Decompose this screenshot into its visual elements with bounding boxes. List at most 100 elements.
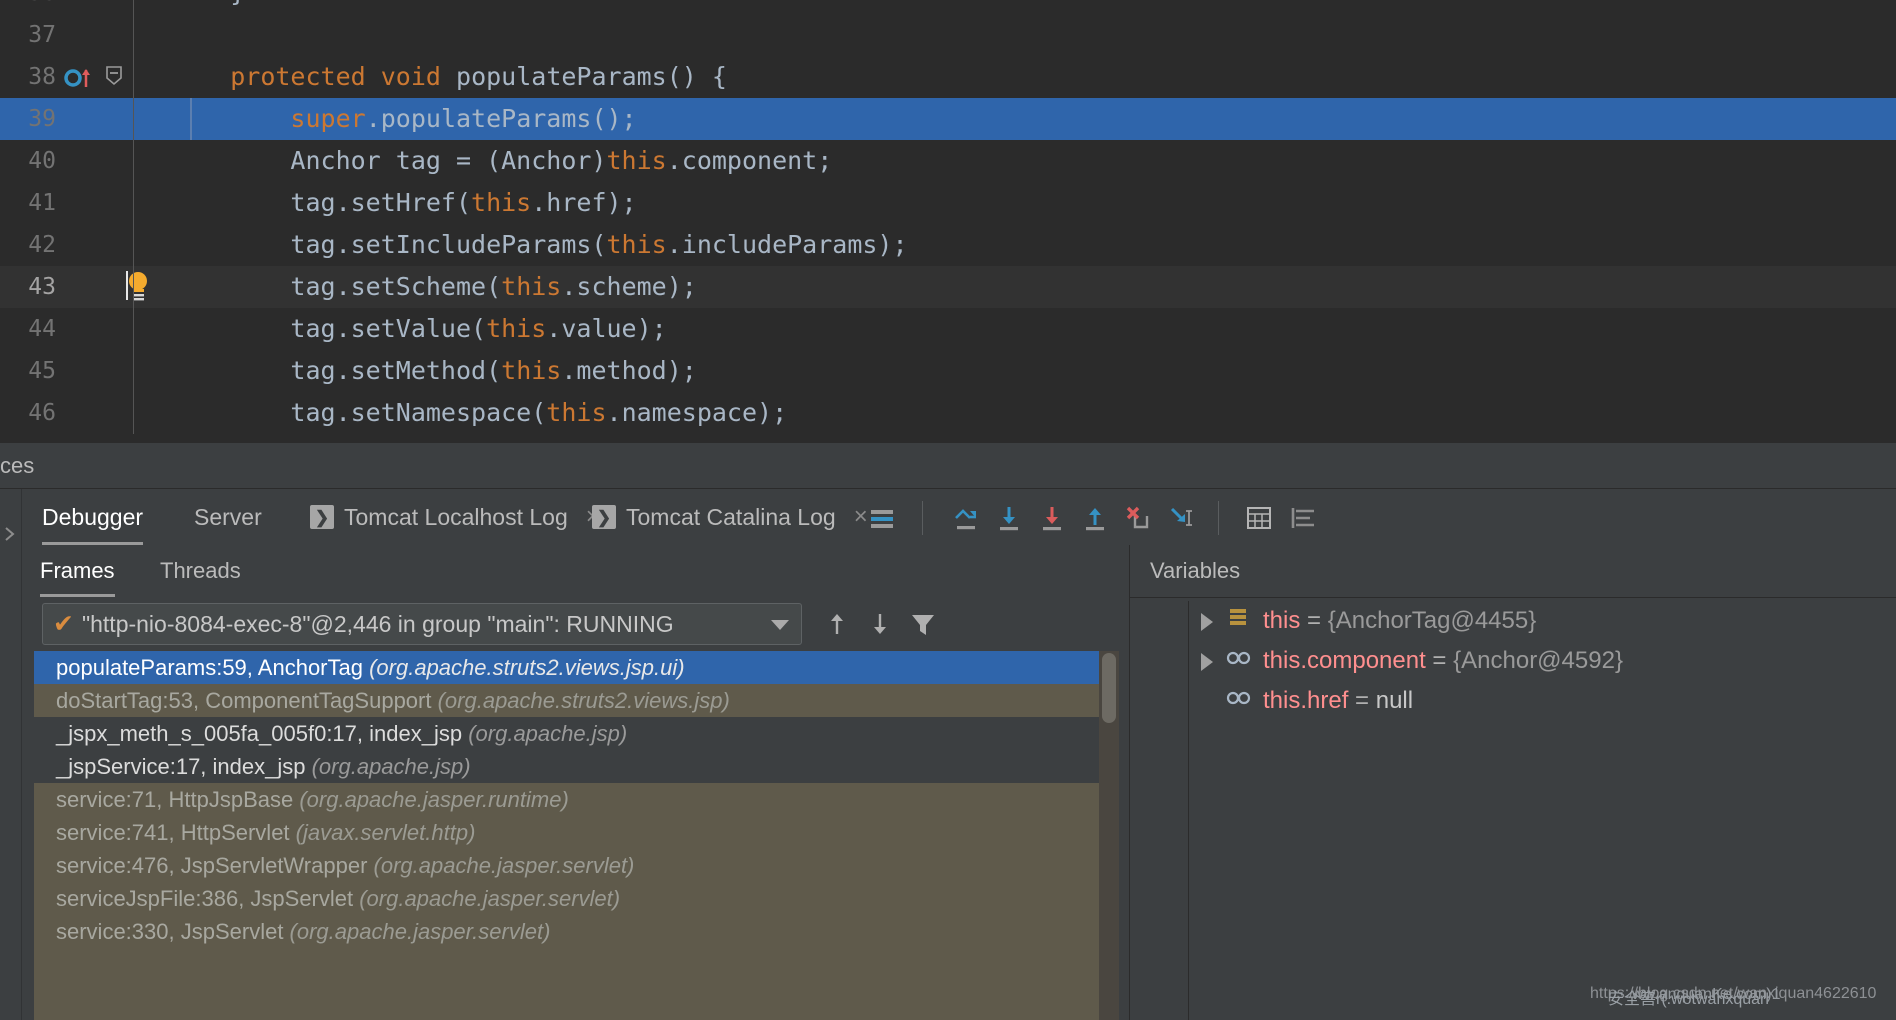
- thread-dropdown[interactable]: ✔ "http-nio-8084-exec-8"@2,446 in group …: [42, 603, 802, 645]
- fold-rail: [133, 140, 134, 182]
- gutter-zone[interactable]: [62, 266, 132, 308]
- frames-scrollbar[interactable]: [1099, 651, 1119, 1020]
- gutter-zone[interactable]: [62, 0, 132, 14]
- frame-up-button[interactable]: [822, 609, 852, 639]
- layout-settings-icon[interactable]: [1290, 503, 1320, 533]
- frame-package: (org.apache.jsp): [468, 721, 627, 746]
- toolbar-separator: [1218, 501, 1219, 535]
- frames-tab-label: Frames: [40, 558, 115, 583]
- watermark: https://blog.csdn.net/wanxiquan4622610 安…: [1590, 985, 1890, 1015]
- frame-method: service:71, HttpJspBase: [56, 787, 299, 812]
- code-editor[interactable]: 36 }3738 protected void populateParams()…: [0, 0, 1896, 443]
- close-icon[interactable]: ×: [854, 505, 868, 529]
- frame-item[interactable]: populateParams:59, AnchorTag (org.apache…: [34, 651, 1119, 684]
- frame-down-button[interactable]: [865, 609, 895, 639]
- variable-row[interactable]: this.component = {Anchor@4592}: [1189, 641, 1896, 681]
- gutter-zone[interactable]: [62, 140, 132, 182]
- toolbar-separator: [922, 501, 923, 535]
- variable-value: {Anchor@4592}: [1453, 647, 1623, 674]
- fold-rail: [133, 56, 134, 98]
- frame-method: service:330, JspServlet: [56, 919, 290, 944]
- variables-list[interactable]: this = {AnchorTag@4455}this.component = …: [1188, 601, 1896, 1020]
- code-line[interactable]: 36 }: [0, 0, 1896, 14]
- fold-rail: [133, 308, 134, 350]
- evaluate-expression-icon[interactable]: [1244, 503, 1274, 533]
- gutter-zone[interactable]: [62, 14, 132, 56]
- gutter-zone[interactable]: [62, 392, 132, 434]
- code-line[interactable]: 43 tag.setScheme(this.scheme);: [0, 266, 1896, 308]
- step-into-icon[interactable]: [994, 503, 1024, 533]
- fold-rail: [133, 0, 134, 14]
- frame-item[interactable]: service:476, JspServletWrapper (org.apac…: [34, 849, 1119, 882]
- frame-item[interactable]: _jspx_meth_s_005fa_005f0:17, index_jsp (…: [34, 717, 1119, 750]
- code-line[interactable]: 37: [0, 14, 1896, 56]
- gutter-zone[interactable]: [62, 350, 132, 392]
- frames-tab-frames[interactable]: Frames: [40, 545, 115, 597]
- expand-caret-icon[interactable]: [1201, 613, 1213, 631]
- debug-tab-server[interactable]: Server: [194, 489, 262, 545]
- expand-chevron-icon[interactable]: [2, 524, 18, 544]
- code-line[interactable]: 45 tag.setMethod(this.method);: [0, 350, 1896, 392]
- frame-item[interactable]: _jspService:17, index_jsp (org.apache.js…: [34, 750, 1119, 783]
- code-line[interactable]: 40 Anchor tag = (Anchor)this.component;: [0, 140, 1896, 182]
- debug-tab-label: Tomcat Catalina Log: [626, 504, 836, 531]
- code-line[interactable]: 41 tag.setHref(this.href);: [0, 182, 1896, 224]
- frame-item[interactable]: service:330, JspServlet (org.apache.jasp…: [34, 915, 1119, 948]
- debug-tab-label: Server: [194, 504, 262, 531]
- step-out-icon[interactable]: [1080, 503, 1110, 533]
- code-text: tag.setNamespace(this.namespace);: [170, 392, 787, 434]
- frames-tab-threads[interactable]: Threads: [160, 545, 241, 597]
- code-text: }: [170, 0, 245, 14]
- override-icon[interactable]: [62, 66, 98, 90]
- frames-list[interactable]: populateParams:59, AnchorTag (org.apache…: [34, 651, 1119, 1020]
- force-step-into-icon[interactable]: [1037, 503, 1067, 533]
- frame-item[interactable]: service:71, HttpJspBase (org.apache.jasp…: [34, 783, 1119, 816]
- variable-equals: =: [1348, 687, 1375, 714]
- frames-pane: Frames Threads ✔ "http-nio-8084-exec-8"@2…: [22, 545, 1130, 1020]
- caret-placeholder: [1201, 693, 1213, 711]
- debug-tab-tomcat-catalina-log[interactable]: ❯ Tomcat Catalina Log ×: [592, 489, 868, 545]
- gutter-zone[interactable]: [62, 182, 132, 224]
- gutter-zone[interactable]: [62, 56, 132, 98]
- frame-package: (org.apache.jasper.runtime): [299, 787, 568, 812]
- gutter-zone[interactable]: [62, 224, 132, 266]
- frame-item[interactable]: doStartTag:53, ComponentTagSupport (org.…: [34, 684, 1119, 717]
- run-to-cursor-icon[interactable]: [1167, 503, 1197, 533]
- frames-tab-label: Threads: [160, 558, 241, 583]
- expand-caret-icon[interactable]: [1201, 653, 1213, 671]
- frame-method: _jspService:17, index_jsp: [56, 754, 312, 779]
- drop-frame-icon[interactable]: [1123, 503, 1153, 533]
- console-icon: ❯: [592, 505, 616, 529]
- line-number: 38: [0, 56, 62, 98]
- gutter-zone[interactable]: [62, 98, 132, 140]
- frame-method: serviceJspFile:386, JspServlet: [56, 886, 359, 911]
- bulb-icon[interactable]: [124, 270, 150, 304]
- line-number: 39: [0, 98, 62, 140]
- code-line[interactable]: 39 super.populateParams();: [0, 98, 1896, 140]
- fold-minus[interactable]: [104, 65, 124, 89]
- code-line[interactable]: 44 tag.setValue(this.value);: [0, 308, 1896, 350]
- variable-equals: =: [1426, 647, 1453, 674]
- debug-tab-tomcat-localhost-log[interactable]: ❯Tomcat Localhost Log×: [310, 489, 600, 545]
- debug-tab-label: Debugger: [42, 504, 143, 531]
- frame-method: service:741, HttpServlet: [56, 820, 296, 845]
- variable-row[interactable]: this = {AnchorTag@4455}: [1189, 601, 1896, 641]
- show-execution-point-icon[interactable]: [867, 503, 897, 533]
- step-over-icon[interactable]: [952, 503, 982, 533]
- frame-method: service:476, JspServletWrapper: [56, 853, 374, 878]
- debug-tab-label: Tomcat Localhost Log: [344, 504, 568, 531]
- gutter-zone[interactable]: [62, 308, 132, 350]
- variable-row[interactable]: this.href = null: [1189, 681, 1896, 721]
- frames-scrollbar-thumb[interactable]: [1102, 653, 1116, 723]
- debug-tab-debugger[interactable]: Debugger: [42, 489, 143, 545]
- code-line[interactable]: 46 tag.setNamespace(this.namespace);: [0, 392, 1896, 434]
- code-text: tag.setIncludeParams(this.includeParams)…: [170, 224, 908, 266]
- watermark-line-3: ww.anquanKe.com)1: [1632, 986, 1781, 1004]
- fold-rail: [133, 224, 134, 266]
- code-line[interactable]: 42 tag.setIncludeParams(this.includePara…: [0, 224, 1896, 266]
- code-line[interactable]: 38 protected void populateParams() {: [0, 56, 1896, 98]
- frame-item[interactable]: serviceJspFile:386, JspServlet (org.apac…: [34, 882, 1119, 915]
- frame-package: (org.apache.jasper.servlet): [374, 853, 635, 878]
- filter-frames-button[interactable]: [908, 609, 938, 639]
- frame-item[interactable]: service:741, HttpServlet (javax.servlet.…: [34, 816, 1119, 849]
